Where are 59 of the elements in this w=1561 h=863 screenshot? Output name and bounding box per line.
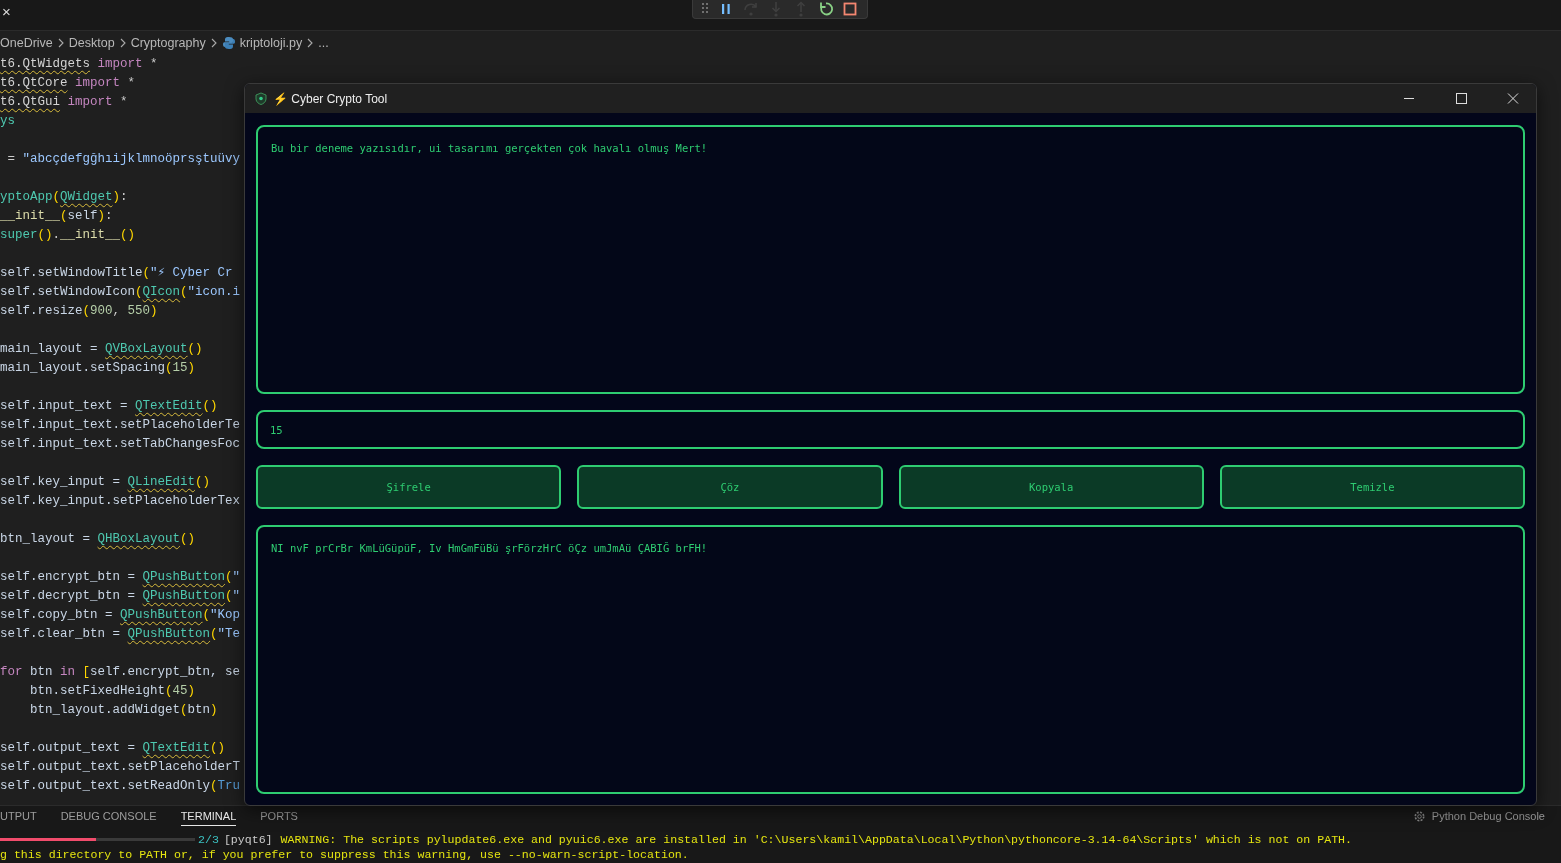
code-line: t6.QtGui import * xyxy=(0,94,128,111)
code-line: btn.setFixedHeight(45) xyxy=(29,683,196,700)
window-title: ⚡ Cyber Crypto Tool xyxy=(273,91,388,106)
chevron-icon xyxy=(118,38,127,48)
code-line: self.input_text.setPlaceholderTe xyxy=(0,417,241,434)
code-line: self.key_input = QLineEdit() xyxy=(0,474,211,491)
code-line: super().__init__() xyxy=(0,227,136,244)
code-line: __init__(self): xyxy=(0,208,113,225)
code-line: self.output_text.setReadOnly(Tru xyxy=(0,778,241,795)
code-line: ys xyxy=(0,113,15,130)
code-line: self.resize(900, 550) xyxy=(0,303,158,320)
code-line: self.input_text.setTabChangesFoc xyxy=(0,436,241,453)
action-button[interactable]: Kopyala xyxy=(898,465,1204,509)
action-button[interactable]: Şifrele xyxy=(256,465,562,509)
code-line: for btn in [self.encrypt_btn, se xyxy=(0,664,241,681)
code-line: btn_layout.addWidget(btn) xyxy=(29,702,218,719)
chevron-icon xyxy=(56,38,65,48)
code-line: t6.QtWidgets import * xyxy=(0,56,158,73)
breadcrumb-item[interactable]: OneDrive xyxy=(0,36,53,50)
input-text-field[interactable]: Bu bir deneme yazısıdır, ui tasarımı gerçekten çok havalı olmuş Mert! xyxy=(256,125,1525,394)
code-line: main_layout = QVBoxLayout() xyxy=(0,341,203,358)
environment-label: [pyqt6] xyxy=(223,832,273,846)
code-line: self.setWindowTitle("⚡ Cyber Cr xyxy=(0,265,233,282)
panel-tab[interactable]: DEBUG CONSOLE xyxy=(60,807,157,825)
code-line: self.key_input.setPlaceholderTex xyxy=(0,493,241,510)
close-tab-button[interactable]: × xyxy=(0,2,13,22)
action-button[interactable]: Çöz xyxy=(577,465,883,509)
shield-icon xyxy=(255,92,267,105)
panel-tab[interactable]: TERMINAL xyxy=(180,806,237,826)
panel-tab[interactable]: UTPUT xyxy=(0,807,37,825)
code-line: main_layout.setSpacing(15) xyxy=(0,360,196,377)
python-file-icon xyxy=(221,36,236,50)
code-line: self.setWindowIcon(QIcon("icon.i xyxy=(0,284,241,301)
code-line: self.decrypt_btn = QPushButton(" xyxy=(0,588,241,605)
action-button[interactable]: Temizle xyxy=(1219,465,1525,509)
chevron-icon xyxy=(209,38,218,48)
breadcrumb-item[interactable]: Cryptography xyxy=(130,36,206,50)
key-field[interactable]: 15 xyxy=(256,410,1525,449)
breadcrumb-item[interactable]: ... xyxy=(318,36,329,50)
code-line: self.input_text = QTextEdit() xyxy=(0,398,218,415)
chevron-icon xyxy=(306,38,315,48)
code-line: = "abcçdefgğhıijklmnoöprsştuüvy xyxy=(6,151,241,168)
terminal-line: WARNING: The scripts pylupdate6.exe and pyuic6.exe are installed in 'C:\Users\kamil\AppData\Local\Python\pythoncore-3.14-64\Scripts' which is not on PATH. xyxy=(280,832,1352,846)
code-line: self.encrypt_btn = QPushButton(" xyxy=(0,569,241,586)
code-line: self.clear_btn = QPushButton("Te xyxy=(0,626,241,643)
code-line: self.output_text.setPlaceholderT xyxy=(0,759,241,776)
terminal-line: g this directory to PATH or, if you prefer to suppress this warning, use --no-warn-script-location. xyxy=(0,848,689,861)
progress-count: 2/3 xyxy=(198,832,219,846)
code-line: btn_layout = QHBoxLayout() xyxy=(0,531,196,548)
code-line: t6.QtCore import * xyxy=(0,75,136,92)
code-line: self.output_text = QTextEdit() xyxy=(0,740,226,757)
breadcrumb-item[interactable]: Desktop xyxy=(68,36,115,50)
breadcrumb-item[interactable]: kriptoloji.py xyxy=(239,36,303,50)
code-line: self.copy_btn = QPushButton("Kop xyxy=(0,607,241,624)
code-line: yptoApp(QWidget): xyxy=(0,189,128,206)
output-text-field[interactable]: NI nvF prCrBr KmLüGüpüF, Iv HmGmFüBü şrFörzHrC öÇz umJmAü ÇABIĞ brFH! xyxy=(256,525,1525,794)
panel-tab[interactable]: PORTS xyxy=(260,807,298,825)
terminal-name[interactable]: Python Debug Console xyxy=(1431,810,1545,822)
gear-icon xyxy=(1412,809,1426,823)
